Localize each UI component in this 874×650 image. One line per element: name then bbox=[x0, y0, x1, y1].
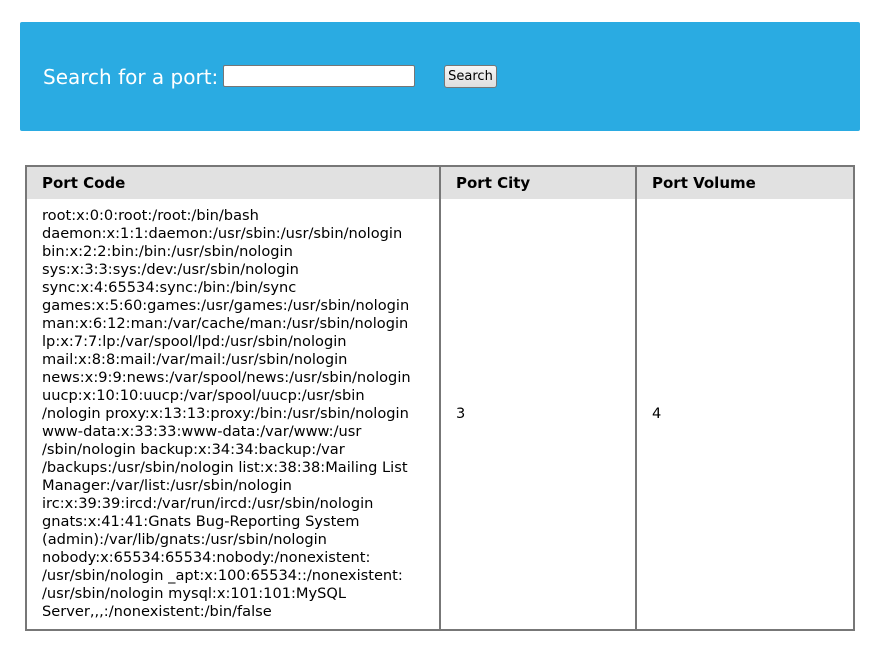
ports-table: Port Code Port City Port Volume root:x:0… bbox=[25, 165, 855, 631]
search-label: Search for a port: bbox=[43, 65, 219, 89]
table-row: root:x:0:0:root:/root:/bin/bash daemon:x… bbox=[25, 199, 855, 630]
column-header-port-volume: Port Volume bbox=[635, 166, 855, 199]
search-button[interactable]: Search bbox=[444, 65, 497, 88]
column-header-port-city: Port City bbox=[439, 166, 637, 199]
table-header-row: Port Code Port City Port Volume bbox=[25, 166, 855, 199]
port-city-cell: 3 bbox=[439, 199, 637, 630]
port-code-cell: root:x:0:0:root:/root:/bin/bash daemon:x… bbox=[25, 199, 441, 630]
search-input[interactable] bbox=[223, 65, 415, 87]
column-header-port-code: Port Code bbox=[25, 166, 441, 199]
port-volume-cell: 4 bbox=[635, 199, 855, 630]
search-header: Search for a port: Search bbox=[20, 22, 860, 131]
